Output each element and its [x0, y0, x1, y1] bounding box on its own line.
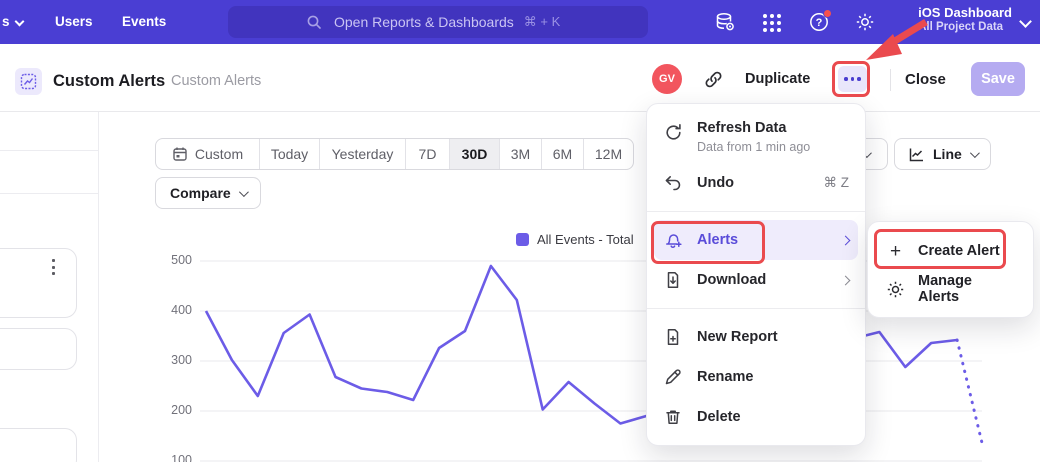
nav-item-fragment[interactable]: s: [2, 14, 23, 29]
menu-item-sublabel: Data from 1 min ago: [697, 140, 810, 154]
range-7d[interactable]: 7D: [406, 139, 450, 169]
menu-item-label: Rename: [697, 369, 753, 385]
query-builder-card[interactable]: [0, 248, 77, 318]
settings-icon[interactable]: [854, 11, 876, 33]
nav-fragment-label: s: [2, 14, 10, 29]
copy-link-icon[interactable]: [704, 70, 723, 94]
menu-item-shortcut: ⌘ Z: [824, 175, 850, 191]
alerts-submenu: + Create Alert Manage Alerts: [867, 221, 1034, 318]
new-report-icon: [663, 327, 683, 347]
svg-text:?: ?: [816, 17, 823, 29]
query-builder-card[interactable]: [0, 328, 77, 370]
submenu-item-manage-alerts[interactable]: Manage Alerts: [868, 270, 1033, 308]
more-options-button[interactable]: [838, 66, 867, 92]
chevron-right-icon: [841, 275, 851, 285]
line-chart-icon: [908, 146, 925, 163]
save-button[interactable]: Save: [971, 62, 1025, 96]
menu-item-label: Alerts: [697, 232, 738, 248]
range-yesterday[interactable]: Yesterday: [320, 139, 406, 169]
y-axis-tick: 200: [150, 403, 192, 417]
sidebar-row-divider: [0, 193, 98, 194]
apps-grid-icon[interactable]: [762, 13, 784, 35]
chart-type-label: Line: [933, 146, 962, 162]
calendar-icon: [172, 146, 188, 162]
chevron-down-icon: [14, 17, 24, 27]
top-navigation-bar: s Users Events Open Reports & Dashboards…: [0, 0, 1040, 44]
range-12m[interactable]: 12M: [584, 139, 633, 169]
menu-item-download[interactable]: Download: [647, 260, 865, 300]
undo-icon: [663, 173, 683, 193]
project-title: iOS Dashboard: [918, 5, 1012, 20]
y-axis-tick: 400: [150, 303, 192, 317]
range-6m[interactable]: 6M: [542, 139, 584, 169]
avatar[interactable]: GV: [652, 64, 682, 94]
menu-item-label: Delete: [697, 409, 741, 425]
context-menu: Refresh Data Data from 1 min ago Undo ⌘ …: [646, 103, 866, 446]
menu-item-label: Download: [697, 272, 766, 288]
compare-button[interactable]: Compare: [155, 177, 261, 209]
global-search-input[interactable]: Open Reports & Dashboards ⌘ + K: [228, 6, 648, 38]
range-label: Custom: [195, 146, 243, 162]
nav-item-events[interactable]: Events: [122, 14, 166, 29]
menu-item-undo[interactable]: Undo ⌘ Z: [647, 163, 865, 203]
header-divider: [890, 69, 891, 91]
close-button[interactable]: Close: [905, 71, 946, 88]
search-icon: [306, 14, 322, 30]
menu-item-label: Refresh Data: [697, 120, 786, 136]
menu-item-alerts[interactable]: Alerts: [654, 220, 858, 260]
range-custom[interactable]: Custom: [156, 139, 260, 169]
report-icon: [15, 68, 42, 95]
y-axis-tick: 300: [150, 353, 192, 367]
query-builder-card[interactable]: [0, 428, 77, 462]
y-axis-tick: 500: [150, 253, 192, 267]
duplicate-button[interactable]: Duplicate: [745, 71, 810, 87]
submenu-item-create-alert[interactable]: + Create Alert: [868, 232, 1033, 270]
page-title: Custom Alerts: [53, 72, 165, 91]
compare-label: Compare: [170, 185, 231, 201]
menu-item-new-report[interactable]: New Report: [647, 317, 865, 357]
chevron-right-icon: [841, 235, 851, 245]
submenu-item-label: Create Alert: [918, 243, 1000, 259]
menu-item-label: New Report: [697, 329, 778, 345]
chart-legend: All Events - Total: [516, 232, 634, 247]
chevron-down-icon: [970, 148, 980, 158]
range-3m[interactable]: 3M: [500, 139, 542, 169]
sidebar-row-divider: [0, 150, 98, 151]
chevron-down-icon: [1019, 15, 1032, 28]
chevron-down-icon: [239, 187, 249, 197]
project-switcher[interactable]: iOS Dashboard All Project Data: [918, 5, 1012, 33]
breadcrumb: Custom Alerts: [171, 73, 261, 89]
y-axis-tick: 100: [150, 453, 192, 462]
refresh-icon: [663, 122, 683, 142]
chart-type-button[interactable]: Line: [894, 138, 991, 170]
range-30d[interactable]: 30D: [450, 139, 500, 169]
kebab-menu-icon[interactable]: [52, 259, 55, 275]
trash-icon: [663, 407, 683, 427]
date-range-segmented-control: Custom Today Yesterday 7D 30D 3M 6M 12M: [155, 138, 634, 170]
data-icon[interactable]: [714, 11, 736, 33]
menu-divider: [647, 308, 865, 309]
menu-item-refresh-data[interactable]: Refresh Data Data from 1 min ago: [647, 113, 865, 163]
range-today[interactable]: Today: [260, 139, 320, 169]
nav-item-users[interactable]: Users: [55, 14, 93, 29]
legend-swatch: [516, 233, 529, 246]
pencil-icon: [663, 367, 683, 387]
legend-label: All Events - Total: [537, 232, 634, 247]
menu-divider: [647, 211, 865, 212]
gear-icon: [886, 280, 905, 299]
menu-item-delete[interactable]: Delete: [647, 397, 865, 437]
bell-plus-icon: [663, 230, 683, 250]
search-placeholder: Open Reports & Dashboards: [334, 14, 514, 30]
download-icon: [663, 270, 683, 290]
search-shortcut: ⌘ + K: [524, 14, 561, 30]
plus-icon: +: [886, 242, 905, 261]
help-icon[interactable]: ?: [808, 11, 830, 33]
project-subtitle: All Project Data: [918, 21, 1012, 33]
notification-dot: [823, 9, 832, 18]
sidebar-divider: [98, 112, 99, 462]
submenu-item-label: Manage Alerts: [918, 273, 1015, 305]
menu-item-rename[interactable]: Rename: [647, 357, 865, 397]
menu-item-label: Undo: [697, 175, 734, 191]
